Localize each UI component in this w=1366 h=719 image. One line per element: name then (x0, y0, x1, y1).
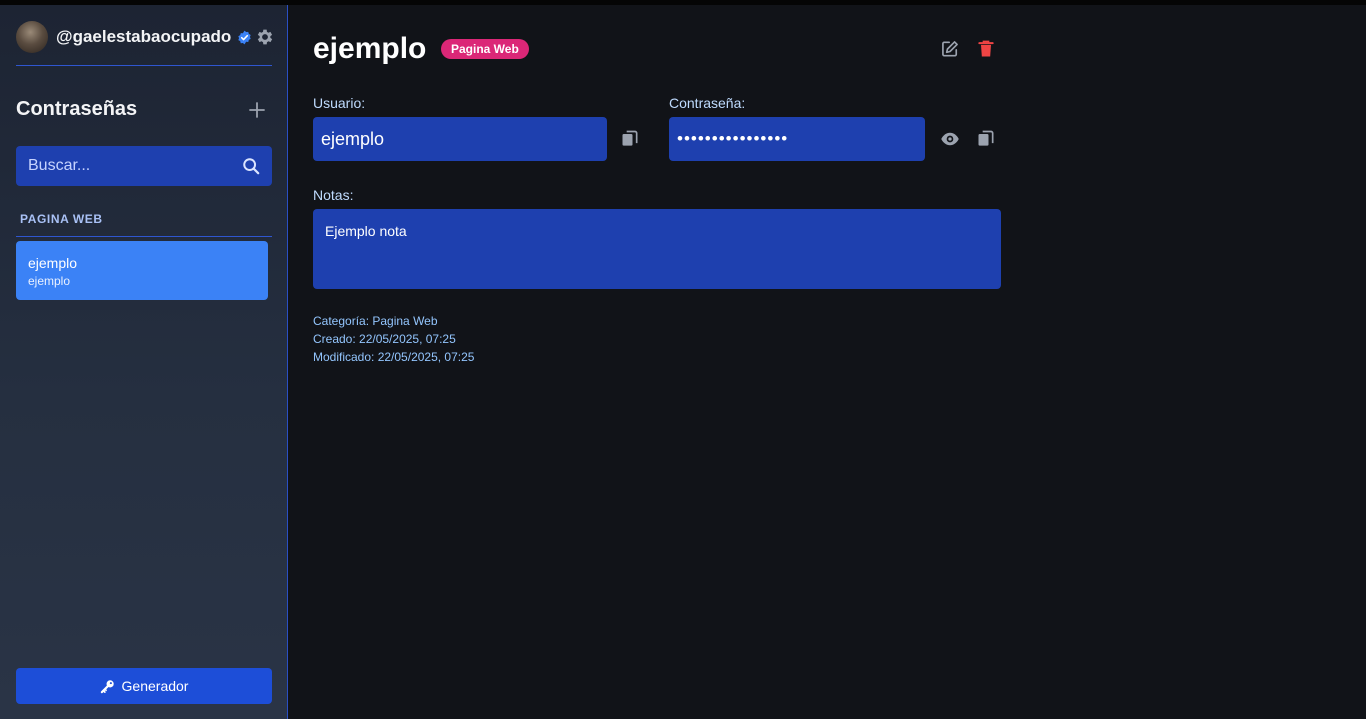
search-icon[interactable] (242, 157, 260, 175)
created-info: Creado: 22/05/2025, 07:25 (313, 332, 456, 346)
edit-icon[interactable] (940, 39, 960, 59)
notes-label: Notas: (313, 187, 354, 203)
modified-info: Modificado: 22/05/2025, 07:25 (313, 350, 475, 364)
copy-icon[interactable] (620, 129, 640, 149)
username-label: Usuario: (313, 95, 366, 111)
password-label: Contraseña: (669, 95, 746, 111)
generator-button[interactable]: Generador (16, 668, 272, 704)
copy-icon[interactable] (976, 129, 996, 149)
search-input[interactable] (16, 146, 226, 186)
generator-button-label: Generador (121, 678, 189, 694)
avatar[interactable] (16, 21, 48, 53)
username: @gaelestabaocupado (56, 27, 232, 46)
trash-icon[interactable] (976, 39, 996, 59)
eye-icon[interactable] (940, 129, 960, 149)
search-box (16, 146, 272, 186)
sidebar-divider (16, 65, 272, 66)
category-info: Categoría: Pagina Web (313, 314, 438, 328)
list-item-subtitle: ejemplo (28, 274, 71, 288)
category-heading: PAGINA WEB (20, 212, 103, 226)
password-detail: ejemplo Pagina Web Usuario: ejemplo Cont… (289, 5, 1366, 719)
section-title: Contraseñas (16, 98, 138, 120)
category-divider (16, 236, 272, 237)
password-field[interactable]: •••••••••••••••• (669, 117, 925, 161)
verified-badge-icon (237, 30, 252, 45)
username-field[interactable]: ejemplo (313, 117, 607, 161)
category-badge: Pagina Web (441, 39, 529, 59)
sidebar: @gaelestabaocupado Contraseñas PAGIN (0, 5, 288, 719)
add-password-button[interactable] (246, 99, 268, 121)
plus-icon (249, 102, 265, 118)
list-item[interactable]: ejemplo ejemplo (16, 241, 268, 300)
key-icon (100, 679, 115, 694)
gear-icon[interactable] (255, 27, 275, 47)
notes-field[interactable]: Ejemplo nota (313, 209, 1001, 289)
list-item-title: ejemplo (28, 255, 78, 271)
user-header: @gaelestabaocupado (16, 20, 275, 54)
entry-title: ejemplo (313, 32, 427, 65)
